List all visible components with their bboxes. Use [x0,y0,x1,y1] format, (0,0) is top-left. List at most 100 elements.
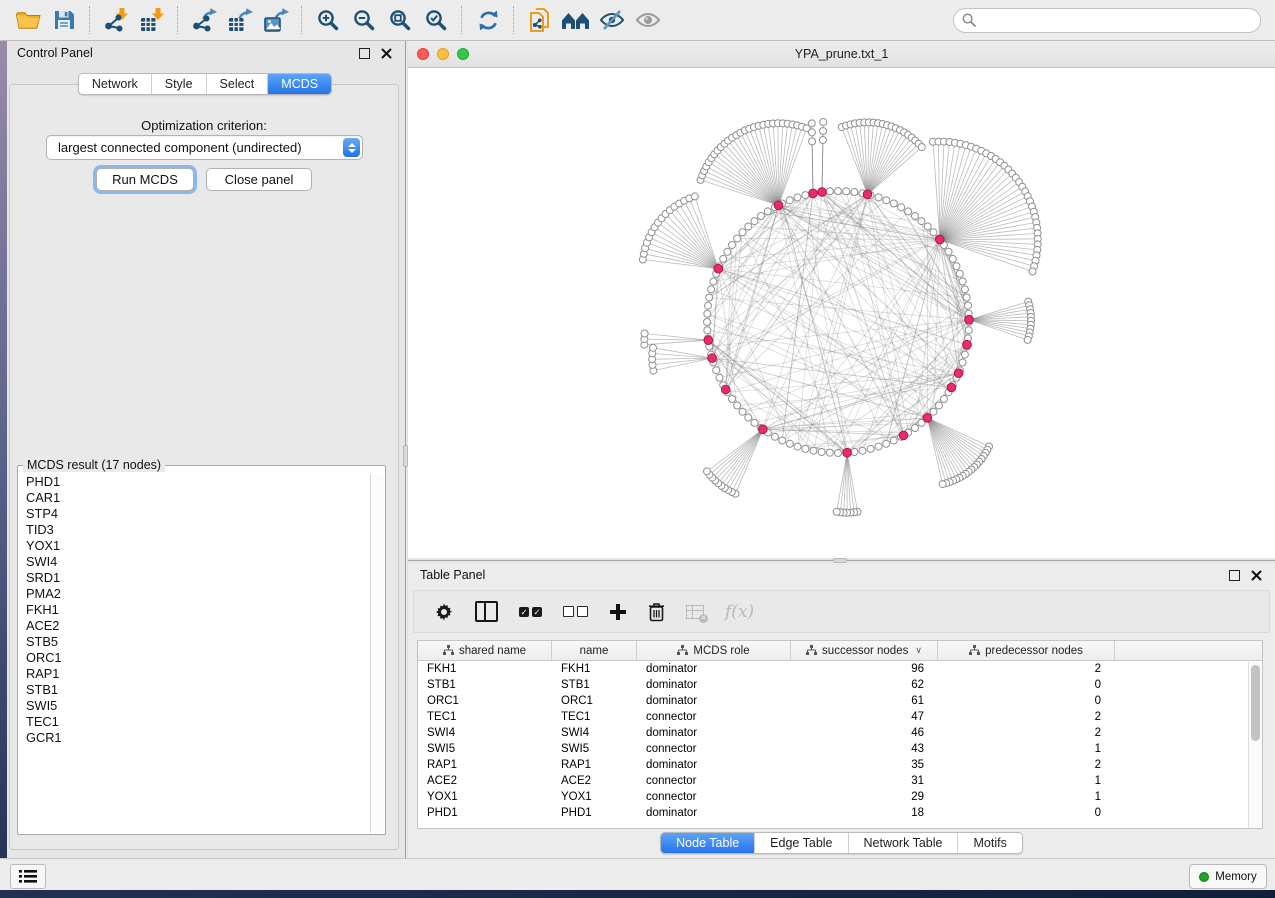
export-network-icon[interactable] [186,4,222,36]
mcds-result-item[interactable]: FKH1 [26,602,371,618]
toolbar-separator [177,6,179,34]
mcds-tab-panel: Optimization criterion: largest connecte… [9,84,399,850]
mcds-result-item[interactable]: SWI4 [26,554,371,570]
network-window-titlebar: YPA_prune.txt_1 [408,41,1275,68]
table-row[interactable]: TEC1TEC1connector472 [418,709,1262,725]
column-header-mcds-role[interactable]: MCDS role [637,641,791,660]
table-cell: TEC1 [552,711,637,723]
shared-column-icon [443,645,454,656]
refresh-icon[interactable] [470,4,506,36]
table-row[interactable]: FKH1FKH1dominator962 [418,661,1262,677]
table-cell: 0 [938,807,1115,819]
tab-mcds[interactable]: MCDS [268,74,331,94]
table-cell: ORC1 [552,695,637,707]
zoom-selected-icon[interactable] [418,4,454,36]
tab-node-table[interactable]: Node Table [661,833,755,853]
run-mcds-button[interactable]: Run MCDS [96,168,194,191]
export-table-icon[interactable] [222,4,258,36]
open-folder-icon[interactable] [10,4,46,36]
table-cell: dominator [637,663,791,675]
table-row[interactable]: SWI4SWI4dominator462 [418,725,1262,741]
deselect-all-icon[interactable] [563,599,588,625]
mcds-result-item[interactable]: STP4 [26,506,371,522]
table-cell: 29 [791,791,938,803]
table-row[interactable]: SWI5SWI5connector431 [418,741,1262,757]
criterion-select[interactable]: largest connected component (undirected) [46,135,363,160]
toolbar-separator [513,6,515,34]
table-cell: SWI5 [552,743,637,755]
table-cell: connector [637,775,791,787]
mcds-result-item[interactable]: CAR1 [26,490,371,506]
delete-icon[interactable] [648,599,665,625]
tab-network-table[interactable]: Network Table [849,833,959,853]
table-body: FKH1FKH1dominator962STB1STB1dominator620… [418,661,1262,821]
table-row[interactable]: ORC1ORC1dominator610 [418,693,1262,709]
close-panel-icon[interactable] [1250,569,1263,582]
save-icon[interactable] [46,4,82,36]
table-header-row: shared namenameMCDS rolesuccessor nodes∨… [418,641,1262,661]
column-header-predecessor-nodes[interactable]: predecessor nodes [938,641,1115,660]
table-cell: dominator [637,759,791,771]
sort-indicator-icon: ∨ [915,645,922,656]
network-canvas[interactable] [408,68,1275,558]
float-panel-icon[interactable] [1228,569,1241,582]
memory-button[interactable]: Memory [1189,864,1267,889]
add-icon[interactable] [609,599,627,625]
mcds-result-item[interactable]: SRD1 [26,570,371,586]
mcds-result-item[interactable]: SWI5 [26,698,371,714]
tab-style[interactable]: Style [152,74,207,94]
network-window-title: YPA_prune.txt_1 [408,47,1275,61]
table-cell: SWI4 [552,727,637,739]
table-row[interactable]: RAP1RAP1dominator352 [418,757,1262,773]
import-network-icon[interactable] [98,4,134,36]
table-row[interactable]: STB1STB1dominator620 [418,677,1262,693]
close-panel-button[interactable]: Close panel [206,168,312,191]
show-eye-icon[interactable] [630,4,666,36]
search-box [953,8,1261,33]
table-row[interactable]: PHD1PHD1dominator180 [418,805,1262,821]
mcds-list-scrollbar[interactable] [370,474,385,833]
float-panel-icon[interactable] [358,47,371,60]
column-header-successor-nodes[interactable]: successor nodes∨ [791,641,938,660]
zoom-fit-icon[interactable] [382,4,418,36]
tab-motifs[interactable]: Motifs [958,833,1021,853]
tab-select[interactable]: Select [207,74,269,94]
table-panel-title: Table Panel [420,568,485,582]
mcds-result-item[interactable]: ACE2 [26,618,371,634]
mcds-result-item[interactable]: PHD1 [26,474,371,490]
mcds-result-item[interactable]: TID3 [26,522,371,538]
tab-edge-table[interactable]: Edge Table [755,833,848,853]
zoom-in-icon[interactable] [310,4,346,36]
column-header-name[interactable]: name [552,641,637,660]
search-input[interactable] [982,12,1252,28]
table-row[interactable]: YOX1YOX1connector291 [418,789,1262,805]
zoom-out-icon[interactable] [346,4,382,36]
delete-table-icon: ✕ [686,599,704,625]
mcds-result-item[interactable]: STB5 [26,634,371,650]
import-table-icon[interactable] [134,4,170,36]
tab-network[interactable]: Network [79,74,152,94]
network-file-icon[interactable] [522,4,558,36]
gear-icon[interactable] [434,599,454,625]
mcds-result-item[interactable]: TEC1 [26,714,371,730]
table-cell: 1 [938,791,1115,803]
export-image-icon[interactable] [258,4,294,36]
table-cell: RAP1 [552,759,637,771]
close-panel-icon[interactable] [380,47,393,60]
neighbors-icon[interactable] [558,4,594,36]
mcds-result-item[interactable]: PMA2 [26,586,371,602]
column-header-shared-name[interactable]: shared name [418,641,552,660]
mcds-result-item[interactable]: ORC1 [26,650,371,666]
mcds-result-item[interactable]: RAP1 [26,666,371,682]
table-cell: 62 [791,679,938,691]
table-cell: FKH1 [418,663,552,675]
columns-icon[interactable] [475,599,498,625]
table-row[interactable]: ACE2ACE2connector311 [418,773,1262,789]
select-all-icon[interactable]: ✓✓ [519,599,542,625]
mcds-result-item[interactable]: YOX1 [26,538,371,554]
hide-eye-icon[interactable] [594,4,630,36]
task-history-button[interactable] [10,864,46,889]
mcds-result-item[interactable]: STB1 [26,682,371,698]
mcds-result-item[interactable]: GCR1 [26,730,371,746]
table-scrollbar[interactable] [1248,662,1262,828]
